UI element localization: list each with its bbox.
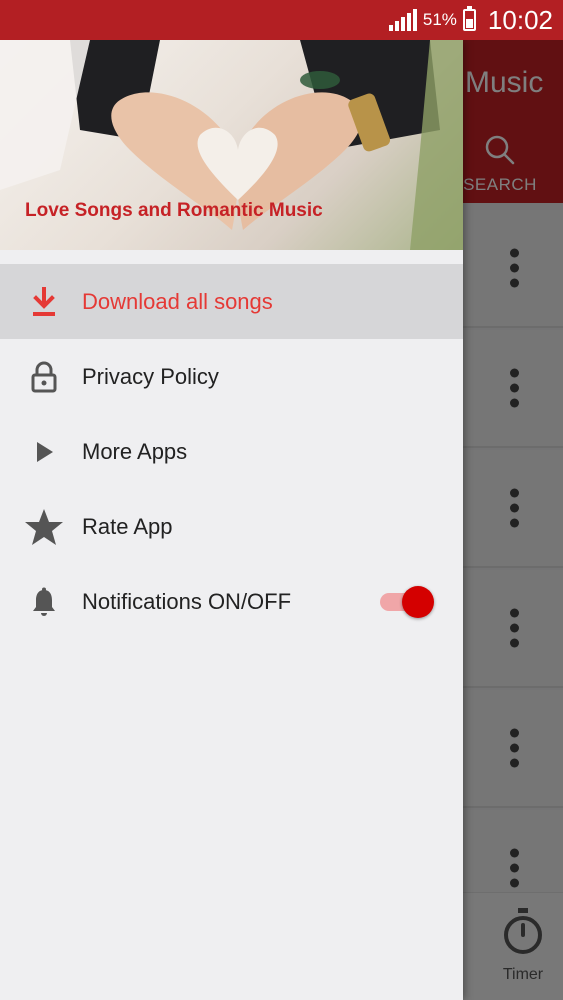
download-icon xyxy=(24,282,64,322)
menu-item-label: Privacy Policy xyxy=(82,363,219,389)
menu-item-download-all-songs[interactable]: Download all songs xyxy=(0,264,463,339)
menu-item-label: Download all songs xyxy=(82,288,273,314)
menu-item-label: Rate App xyxy=(82,513,173,539)
menu-item-rate-app[interactable]: Rate App xyxy=(0,489,463,564)
drawer-header-title: Love Songs and Romantic Music xyxy=(25,200,323,221)
notifications-toggle[interactable] xyxy=(378,585,434,619)
battery-percent: 51% xyxy=(422,10,457,29)
bell-icon xyxy=(24,582,64,622)
drawer-menu: Download all songs Privacy Policy More A… xyxy=(0,264,463,639)
menu-item-label: Notifications ON/OFF xyxy=(82,588,292,614)
drawer-header-image: Love Songs and Romantic Music xyxy=(0,40,463,250)
menu-item-more-apps[interactable]: More Apps xyxy=(0,414,463,489)
clock: 10:02 xyxy=(487,4,553,35)
lock-icon xyxy=(24,357,64,397)
signal-icon xyxy=(388,9,417,31)
play-icon xyxy=(24,432,64,472)
menu-item-notifications[interactable]: Notifications ON/OFF xyxy=(0,564,463,639)
star-icon xyxy=(24,507,64,547)
navigation-drawer: Love Songs and Romantic Music Download a… xyxy=(0,40,463,1000)
menu-item-label: More Apps xyxy=(82,438,188,464)
battery-icon xyxy=(462,6,476,31)
menu-item-privacy-policy[interactable]: Privacy Policy xyxy=(0,339,463,414)
status-bar: 51% 10:02 xyxy=(0,0,563,40)
